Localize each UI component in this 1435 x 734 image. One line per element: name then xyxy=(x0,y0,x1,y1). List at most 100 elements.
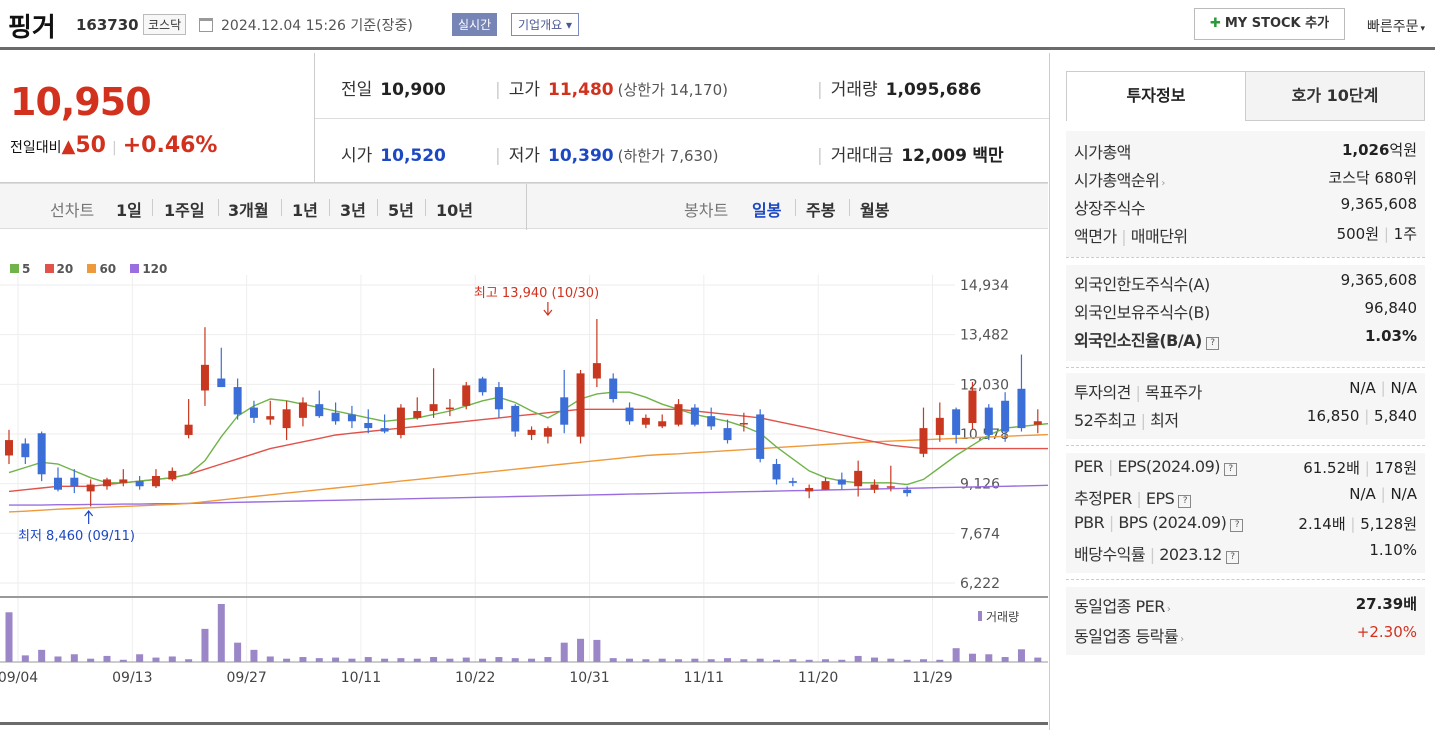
candle-body xyxy=(821,481,830,490)
week52-high-label: 52주최고 xyxy=(1074,411,1137,430)
period-selector: 선차트 1일 1주일 3개월 1년 3년 5년 10년 봉차트 일봉 주봉 월봉 xyxy=(0,183,1048,230)
info-row[interactable]: 동일업종 PER › 27.39배 xyxy=(1074,593,1417,617)
volume-bar xyxy=(707,659,715,662)
market-cap-unit: 억원 xyxy=(1389,141,1417,159)
x-tick-label: 11/29 xyxy=(912,670,952,686)
info-row[interactable]: 시가총액순위 › 코스닥 680위 xyxy=(1074,167,1417,191)
est-per-label: 추정PER | EPS? xyxy=(1074,485,1192,509)
realtime-button[interactable]: 실시간 xyxy=(452,13,498,36)
price-row: 전일 10,900 | 고가 11,480 (상한가 14,170) | 거래량 1,095… xyxy=(315,53,1049,118)
plus-icon: ✚ xyxy=(1209,16,1221,31)
period-weekly[interactable]: 주봉 xyxy=(806,197,835,221)
period-10y[interactable]: 10년 xyxy=(436,197,473,221)
period-1d[interactable]: 1일 xyxy=(116,197,142,221)
candle-body xyxy=(984,407,993,435)
volume-bar xyxy=(887,658,895,662)
legend-swatch xyxy=(44,264,54,273)
high-annotation: 최고 13,940 (10/30) xyxy=(474,286,599,301)
info-row[interactable]: 동일업종 등락률 › +2.30% xyxy=(1074,623,1417,647)
company-overview-dropdown[interactable]: 기업개요 ▾ xyxy=(511,13,580,36)
volume-bar xyxy=(675,659,683,662)
info-row: PBR | BPS (2024.09)? 2.14배 | 5,128원 xyxy=(1074,513,1417,537)
period-monthly[interactable]: 월봉 xyxy=(860,197,889,221)
volume-bar xyxy=(985,654,993,662)
volume-bar xyxy=(626,658,634,662)
my-stock-add-button[interactable]: ✚ MY STOCK 추가 xyxy=(1194,8,1345,40)
bps-value-text: 5,128원 xyxy=(1360,515,1417,533)
help-icon[interactable]: ? xyxy=(1178,495,1192,508)
est-per-label-text: 추정PER xyxy=(1074,489,1132,508)
period-3m[interactable]: 3개월 xyxy=(228,197,269,221)
info-row: 시가총액 1,026억원 xyxy=(1074,139,1417,163)
volume-bar xyxy=(740,659,748,662)
separator: | xyxy=(112,140,117,156)
volume-bar xyxy=(315,658,323,662)
period-daily[interactable]: 일봉 xyxy=(752,197,781,221)
candle-body xyxy=(233,387,242,415)
info-row: 외국인보유주식수(B) 96,840 xyxy=(1074,299,1417,323)
volume-bar xyxy=(381,658,389,662)
candle-body xyxy=(396,407,405,435)
opinion-label-text: 투자의견 xyxy=(1074,383,1131,402)
help-icon[interactable]: ? xyxy=(1225,551,1239,564)
candle-body xyxy=(151,476,160,487)
line-chart-label: 선차트 xyxy=(50,201,95,220)
tab-investment-info[interactable]: 투자정보 xyxy=(1066,71,1246,121)
period-1y[interactable]: 1년 xyxy=(292,197,318,221)
price-chart[interactable]: 5 20 60 120 14,934 13,482 12,030 10,578 9,12… xyxy=(0,230,1074,730)
low-annotation: 최저 8,460 (09/11) xyxy=(18,529,135,544)
opinion-value-text: N/A xyxy=(1349,379,1376,397)
volume-legend-label: 거래량 xyxy=(986,610,1019,624)
candle-body xyxy=(511,405,520,432)
x-tick-label: 09/13 xyxy=(112,670,152,686)
separator: | xyxy=(1108,513,1114,532)
divider xyxy=(152,199,153,216)
lot-value-text: 1주 xyxy=(1393,225,1417,243)
foreign-hold-label: 외국인보유주식수(B) xyxy=(1074,303,1210,322)
investment-info-panel: 투자정보 호가 10단계 시가총액 1,026억원 시가총액순위 › 코스닥 680위… xyxy=(1049,53,1435,730)
separator: | xyxy=(1135,383,1141,402)
rank-label: 시가총액순위 xyxy=(1074,171,1160,190)
volume-bar xyxy=(903,659,911,662)
shares-value: 9,365,608 xyxy=(1340,195,1417,213)
period-3y[interactable]: 3년 xyxy=(340,197,366,221)
divider xyxy=(1066,367,1425,368)
volume-bar xyxy=(952,648,960,662)
volume-bar xyxy=(544,657,552,662)
foreign-rate-value: 1.03% xyxy=(1365,327,1417,345)
legend-swatch xyxy=(87,264,97,273)
quick-order-label: 빠른주문 xyxy=(1367,19,1419,35)
volume-bar xyxy=(773,659,781,662)
market-cap-value: 1,026억원 xyxy=(1342,139,1417,160)
x-tick-label: 10/31 xyxy=(569,670,609,686)
quick-order-button[interactable]: 빠른주문 ▾ xyxy=(1367,16,1425,36)
legend-label: 60 xyxy=(99,262,117,276)
candle-body xyxy=(86,484,95,492)
amount-value: 12,009 xyxy=(901,146,967,166)
volume-bar xyxy=(152,657,160,662)
volume-bar xyxy=(5,612,13,662)
y-tick-label: 6,222 xyxy=(960,576,1000,592)
opinion-value: N/A | N/A xyxy=(1349,379,1417,397)
volume-bar xyxy=(495,657,503,662)
candlestick-chart[interactable]: 14,93413,48212,03010,5789,1267,6746,222거… xyxy=(0,230,1074,730)
divider xyxy=(526,184,527,230)
volume-bar xyxy=(642,659,650,662)
y-tick-label: 7,674 xyxy=(960,526,1000,542)
tab-orderbook[interactable]: 호가 10단계 xyxy=(1245,71,1425,121)
help-icon[interactable]: ? xyxy=(1205,337,1219,350)
volume-bar xyxy=(413,658,421,662)
volume-bar xyxy=(136,654,144,662)
help-icon[interactable]: ? xyxy=(1224,463,1238,476)
info-row: 액면가 | 매매단위 500원 | 1주 xyxy=(1074,223,1417,247)
volume-bar xyxy=(1017,649,1025,662)
chevron-down-icon: ▾ xyxy=(1420,24,1426,34)
period-1w[interactable]: 1주일 xyxy=(164,197,205,221)
help-icon[interactable]: ? xyxy=(1230,519,1244,532)
price-details: 전일 10,900 | 고가 11,480 (상한가 14,170) | 거래량 1,095… xyxy=(314,53,1049,183)
par-value-text: 500원 xyxy=(1336,225,1380,243)
est-per-value: N/A | N/A xyxy=(1349,485,1417,503)
period-5y[interactable]: 5년 xyxy=(388,197,414,221)
volume-bar xyxy=(919,659,927,662)
separator: | xyxy=(1350,515,1356,533)
